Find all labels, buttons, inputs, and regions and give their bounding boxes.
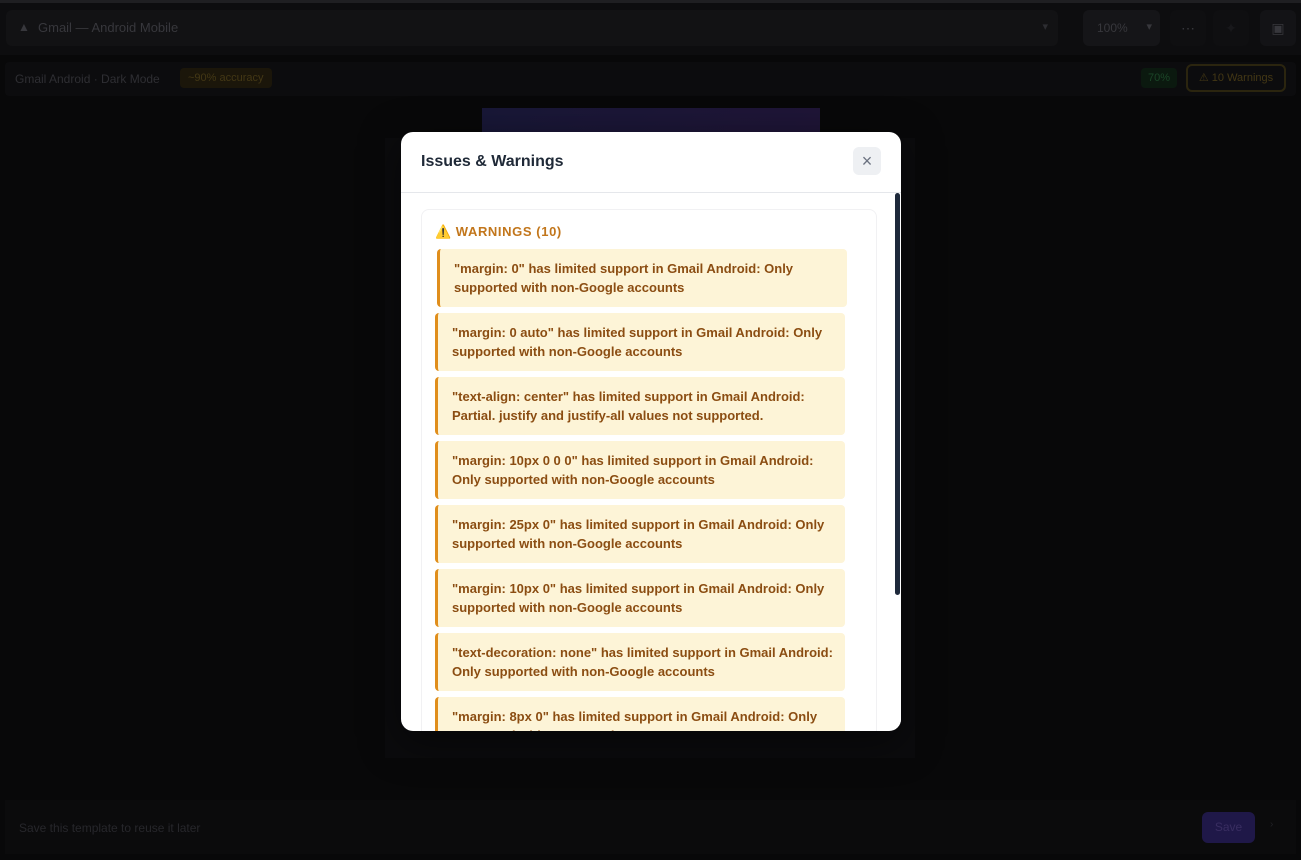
close-icon: ×	[861, 151, 873, 171]
warning-text: "text-decoration: none" has limited supp…	[452, 645, 833, 679]
warning-item: "text-decoration: none" has limited supp…	[435, 633, 845, 691]
modal-body[interactable]: ⚠️ WARNINGS (10) "margin: 0" has limited …	[401, 193, 901, 731]
warnings-count-label: WARNINGS (10)	[455, 224, 562, 239]
warnings-section-title: ⚠️ WARNINGS (10)	[435, 224, 562, 240]
modal-header: Issues & Warnings ×	[401, 132, 901, 193]
warning-item: "margin: 25px 0" has limited support in …	[435, 505, 845, 563]
warning-text: "margin: 8px 0" has limited support in G…	[452, 709, 818, 731]
warning-text: "margin: 0" has limited support in Gmail…	[454, 261, 794, 295]
warning-text: "margin: 10px 0" has limited support in …	[452, 581, 825, 615]
warning-item: "margin: 0 auto" has limited support in …	[435, 313, 845, 371]
warning-item: "text-align: center" has limited support…	[435, 377, 845, 435]
warning-text: "margin: 0 auto" has limited support in …	[452, 325, 823, 359]
warning-text: "margin: 25px 0" has limited support in …	[452, 517, 825, 551]
warning-text: "margin: 10px 0 0 0" has limited support…	[452, 453, 814, 487]
warning-item: "margin: 0" has limited support in Gmail…	[437, 249, 847, 307]
warning-item: "margin: 8px 0" has limited support in G…	[435, 697, 845, 731]
warning-text: "text-align: center" has limited support…	[452, 389, 805, 423]
modal-title: Issues & Warnings	[421, 153, 564, 170]
scrollbar-thumb[interactable]	[895, 193, 900, 595]
warnings-section: ⚠️ WARNINGS (10) "margin: 0" has limited …	[421, 209, 877, 731]
close-button[interactable]: ×	[853, 147, 881, 175]
issues-warnings-modal: Issues & Warnings × ⚠️ WARNINGS (10) "mar…	[401, 132, 901, 731]
warning-item: "margin: 10px 0" has limited support in …	[435, 569, 845, 627]
warning-icon: ⚠️	[435, 224, 452, 239]
warning-item: "margin: 10px 0 0 0" has limited support…	[435, 441, 845, 499]
